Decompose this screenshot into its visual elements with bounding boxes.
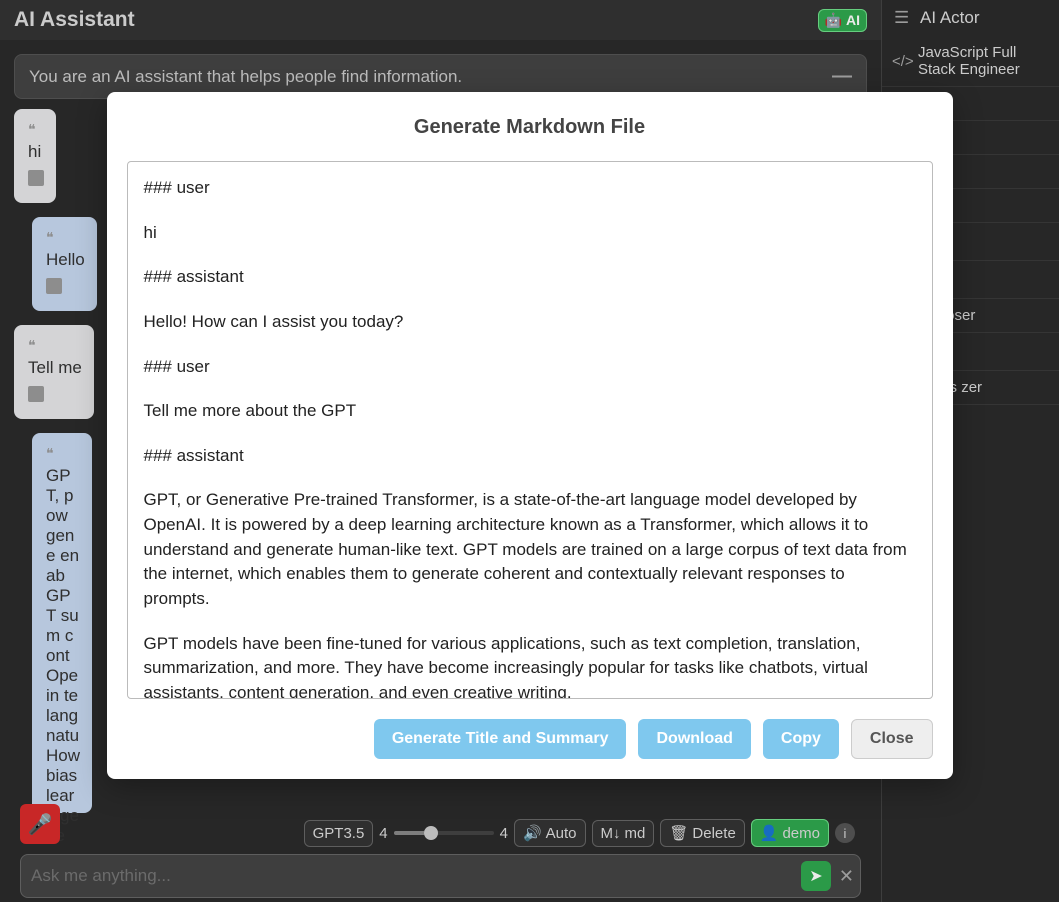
generate-title-button[interactable]: Generate Title and Summary bbox=[374, 719, 627, 759]
modal-actions: Generate Title and Summary Download Copy… bbox=[127, 719, 933, 759]
modal-overlay[interactable]: Generate Markdown File ### user hi ### a… bbox=[0, 0, 1059, 902]
markdown-modal: Generate Markdown File ### user hi ### a… bbox=[107, 92, 953, 779]
download-button[interactable]: Download bbox=[638, 719, 750, 759]
close-button[interactable]: Close bbox=[851, 719, 933, 759]
markdown-content[interactable]: ### user hi ### assistant Hello! How can… bbox=[127, 161, 933, 699]
copy-button[interactable]: Copy bbox=[763, 719, 839, 759]
modal-title: Generate Markdown File bbox=[127, 116, 933, 139]
